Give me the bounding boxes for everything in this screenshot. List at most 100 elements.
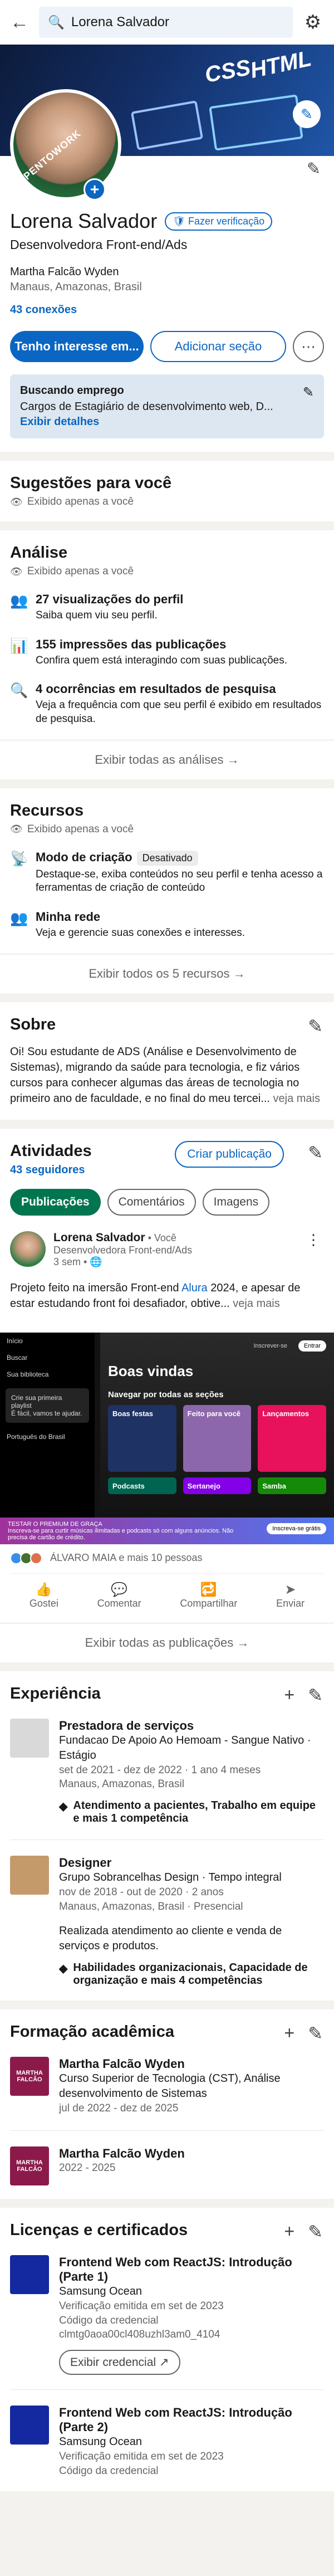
experience-skills: Habilidades organizacionais, Capacidade … bbox=[73, 1962, 308, 1987]
mock-card-title: Crie sua primeira playlist bbox=[11, 1393, 62, 1409]
share-button[interactable]: 🔁 Compartilhar bbox=[180, 1582, 237, 1609]
analytics-section: Análise 👁 Exibido apenas a você 👥 27 visu… bbox=[0, 530, 334, 779]
analytics-item[interactable]: 📊 155 impressões das publicações Confira… bbox=[10, 637, 324, 668]
see-more-link[interactable]: veja mais bbox=[233, 1297, 279, 1310]
add-icon[interactable]: + bbox=[284, 2221, 295, 2242]
open-to-work-card[interactable]: Buscando emprego Cargos de Estagiário de… bbox=[10, 374, 324, 438]
action-label: Gostei bbox=[29, 1597, 58, 1609]
comment-button[interactable]: 💬 Comentar bbox=[97, 1582, 141, 1609]
resource-item[interactable]: 📡 Modo de criação Desativado Destaque-se,… bbox=[10, 850, 324, 895]
education-item[interactable]: MARTHA FALCÃO Martha Falcão Wyden Curso … bbox=[10, 2057, 324, 2116]
heart-reaction-icon bbox=[30, 1552, 42, 1564]
section-title: Sugestões para você bbox=[10, 474, 172, 492]
top-bar: ← 🔍 Lorena Salvador ⚙ bbox=[0, 0, 334, 45]
pencil-icon[interactable]: ✎ bbox=[308, 2023, 323, 2044]
pencil-icon[interactable]: ✎ bbox=[308, 1142, 323, 1163]
more-options-button[interactable]: ⋯ bbox=[293, 331, 324, 362]
edit-profile-pencil-icon[interactable]: ✎ bbox=[307, 159, 321, 179]
more-vertical-icon[interactable]: ⋮ bbox=[306, 1231, 321, 1248]
show-all-posts-link[interactable]: Exibir todas as publicações → bbox=[0, 1622, 334, 1662]
mock-signup: Inscrever-se bbox=[253, 1342, 288, 1349]
connections-link[interactable]: 43 conexões bbox=[10, 304, 324, 316]
chip-posts[interactable]: Publicações bbox=[10, 1188, 101, 1216]
experience-title: Prestadora de serviços bbox=[59, 1718, 194, 1733]
analytics-item[interactable]: 👥 27 visualizações do perfil Saiba quem … bbox=[10, 592, 324, 623]
show-credential-button[interactable]: Exibir credencial ↗ bbox=[59, 2349, 180, 2375]
pencil-icon: ✎ bbox=[301, 105, 313, 123]
post-author[interactable]: Lorena Salvador bbox=[53, 1231, 145, 1244]
about-text: Oi! Sou estudante de ADS (Análise e Dese… bbox=[10, 1045, 300, 1105]
mock-footer-button: Inscreva-se grátis bbox=[267, 1523, 326, 1534]
open-to-button[interactable]: Tenho interesse em... bbox=[10, 331, 144, 362]
show-all-resources-link[interactable]: Exibir todos os 5 recursos → bbox=[0, 953, 334, 993]
metric-desc: Saiba quem viu seu perfil. bbox=[36, 609, 158, 621]
resources-section: Recursos 👁 Exibido apenas a você 📡 Modo d… bbox=[0, 788, 334, 993]
mock-subheading: Navegar por todas as seções bbox=[108, 1389, 224, 1399]
gear-icon[interactable]: ⚙ bbox=[302, 11, 324, 33]
resource-item[interactable]: 👥 Minha rede Veja e gerencie suas conexõ… bbox=[10, 910, 324, 940]
edit-banner-button[interactable]: ✎ bbox=[293, 100, 321, 128]
back-arrow-icon[interactable]: ← bbox=[10, 12, 30, 33]
experience-title: Designer bbox=[59, 1856, 112, 1870]
experience-desc: Realizada atendimento ao cliente e venda… bbox=[59, 1925, 282, 1953]
experience-item[interactable]: Designer Grupo Sobrancelhas Design · Tem… bbox=[10, 1856, 324, 1987]
banner-text-html: HTML bbox=[248, 46, 314, 84]
education-section: Formação acadêmica + ✎ MARTHA FALCÃO Mart… bbox=[0, 2009, 334, 2199]
eye-icon: 👁 bbox=[10, 565, 23, 577]
avatar[interactable] bbox=[10, 1231, 46, 1267]
satellite-icon: 📡 bbox=[10, 850, 28, 867]
pencil-icon[interactable]: ✎ bbox=[308, 2221, 323, 2242]
show-all-analytics-link[interactable]: Exibir todas as análises → bbox=[0, 739, 334, 779]
about-section: Sobre ✎ Oi! Sou estudante de ADS (Anális… bbox=[0, 1002, 334, 1120]
license-title: Frontend Web com ReactJS: Introdução (Pa… bbox=[59, 2405, 292, 2434]
job-card-details-link[interactable]: Exibir detalhes bbox=[20, 416, 314, 428]
pencil-icon[interactable]: ✎ bbox=[308, 1016, 323, 1037]
license-issued: Verificação emitida em set de 2023 bbox=[59, 2450, 224, 2462]
profile-location: Manaus, Amazonas, Brasil bbox=[10, 281, 142, 293]
add-section-button[interactable]: Adicionar seção bbox=[150, 331, 286, 362]
license-item[interactable]: Frontend Web com ReactJS: Introdução (Pa… bbox=[10, 2255, 324, 2375]
status-badge: Desativado bbox=[136, 850, 198, 866]
pencil-icon[interactable]: ✎ bbox=[303, 384, 314, 401]
resource-desc: Veja e gerencie suas conexões e interess… bbox=[36, 927, 245, 939]
company-logo bbox=[10, 1718, 49, 1758]
mock-tile: Podcasts bbox=[108, 1477, 176, 1494]
analytics-item[interactable]: 🔍 4 ocorrências em resultados de pesquis… bbox=[10, 682, 324, 726]
send-button[interactable]: ➤ Enviar bbox=[276, 1582, 304, 1609]
license-item[interactable]: Frontend Web com ReactJS: Introdução (Pa… bbox=[10, 2405, 324, 2478]
license-title: Frontend Web com ReactJS: Introdução (Pa… bbox=[59, 2255, 292, 2284]
action-label: Comentar bbox=[97, 1597, 141, 1609]
like-button[interactable]: 👍 Gostei bbox=[30, 1582, 58, 1609]
add-photo-button[interactable]: + bbox=[84, 178, 106, 201]
chip-images[interactable]: Imagens bbox=[202, 1188, 270, 1216]
metric-title: 27 visualizações do perfil bbox=[36, 592, 184, 606]
verify-button[interactable]: 🛡 Fazer verificação bbox=[165, 212, 273, 231]
chip-comments[interactable]: Comentários bbox=[107, 1188, 196, 1216]
mock-footer: TESTAR O PREMIUM DE GRAÇA Inscreva-se pa… bbox=[0, 1517, 334, 1544]
profile-headline: Desenvolvedora Front-end/Ads bbox=[10, 237, 188, 252]
mock-tile: Samba bbox=[258, 1477, 327, 1494]
see-more-link[interactable]: veja mais bbox=[273, 1092, 320, 1105]
mock-sidebar: Início Buscar Sua biblioteca Crie sua pr… bbox=[0, 1332, 95, 1518]
metric-title: 155 impressões das publicações bbox=[36, 637, 227, 651]
create-post-button[interactable]: Criar publicação bbox=[175, 1140, 284, 1168]
profile-page: ← 🔍 Lorena Salvador ⚙ CSS HTML ✎ #OPENTO… bbox=[0, 0, 334, 2492]
add-icon[interactable]: + bbox=[284, 1685, 295, 1706]
repost-icon: 🔁 bbox=[200, 1582, 217, 1597]
search-value: Lorena Salvador bbox=[71, 14, 170, 30]
section-title: Sobre bbox=[10, 1015, 56, 1033]
license-org: Samsung Ocean bbox=[59, 2285, 142, 2298]
search-icon: 🔍 bbox=[10, 682, 28, 699]
post-image[interactable]: Início Buscar Sua biblioteca Crie sua pr… bbox=[0, 1321, 334, 1544]
search-input[interactable]: 🔍 Lorena Salvador bbox=[39, 7, 293, 38]
avatar[interactable]: #OPENTOWORK bbox=[10, 89, 121, 201]
school-name: Martha Falcão Wyden bbox=[59, 2146, 185, 2161]
education-item[interactable]: MARTHA FALCÃO Martha Falcão Wyden 2022 -… bbox=[10, 2146, 324, 2186]
post-headline: Desenvolvedora Front-end/Ads bbox=[53, 1244, 193, 1256]
reactions-summary[interactable]: ÁLVARO MAIA e mais 10 pessoas bbox=[10, 1552, 324, 1564]
add-icon[interactable]: + bbox=[284, 2023, 295, 2044]
pencil-icon[interactable]: ✎ bbox=[308, 1685, 323, 1706]
experience-item[interactable]: Prestadora de serviços Fundacao De Apoio… bbox=[10, 1718, 324, 1825]
suggestions-section: Sugestões para você 👁 Exibido apenas a vo… bbox=[0, 461, 334, 521]
post-link[interactable]: Alura bbox=[181, 1282, 208, 1294]
